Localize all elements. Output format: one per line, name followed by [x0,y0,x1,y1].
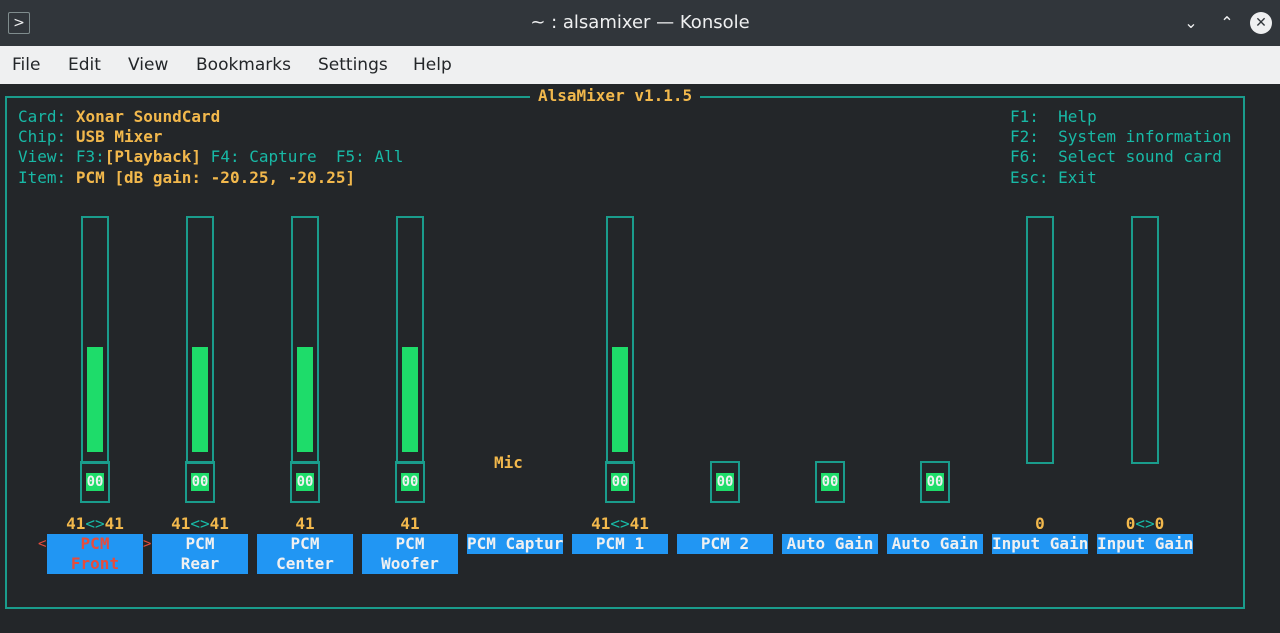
terminal-area[interactable]: AlsaMixer v1.1.5 Card: Xonar SoundCard C… [0,84,1280,633]
mute-toggle[interactable]: 00 [185,461,215,503]
selection-left-arrow: < [38,536,47,552]
mute-toggle[interactable]: 00 [605,461,635,503]
volume-value: 41<>41 [171,514,229,533]
channel-label[interactable]: Auto Gain [782,534,878,554]
volume-value: 0<>0 [1125,514,1165,533]
window-title: ~ : alsamixer — Konsole [530,12,750,33]
menu-bookmarks[interactable]: Bookmarks [196,55,291,75]
volume-slider[interactable] [1131,216,1159,464]
channel-label[interactable]: PCM Captur [467,534,563,554]
mute-indicator: 00 [86,473,104,491]
channel-label[interactable]: PCM 2 [677,534,773,554]
mute-toggle[interactable]: 00 [710,461,740,503]
mute-indicator: 00 [296,473,314,491]
mute-toggle[interactable]: 00 [920,461,950,503]
mute-toggle[interactable]: 00 [290,461,320,503]
menu-file[interactable]: File [12,55,40,75]
mute-toggle[interactable]: 00 [80,461,110,503]
volume-slider[interactable] [1026,216,1054,464]
maximize-button[interactable]: ⌃ [1216,12,1238,34]
channel-label[interactable]: PCM Center [257,534,353,574]
volume-level-bar [87,347,103,452]
view-line: View: F3:[Playback] F4: Capture F5: All [18,147,404,166]
mute-indicator: 00 [926,473,944,491]
mixer-header: AlsaMixer v1.1.5 [530,86,701,105]
volume-level-bar [402,347,418,452]
volume-value: 0 [1035,514,1045,533]
volume-slider[interactable] [396,216,424,464]
channel-label[interactable]: PCM Front [47,534,143,574]
channel-label[interactable]: Input Gain [1097,534,1193,554]
volume-value: 41 [295,514,315,533]
volume-level-bar [612,347,628,452]
card-value: Xonar SoundCard [75,107,221,126]
mute-indicator: 00 [821,473,839,491]
menu-bar: File Edit View Bookmarks Settings Help [0,46,1280,84]
item-value: PCM [dB gain: -20.25, -20.25] [75,168,356,187]
mute-indicator: 00 [611,473,629,491]
mute-indicator: 00 [716,473,734,491]
volume-value: 41<>41 [66,514,124,533]
mic-label: Mic [494,453,523,472]
channel-label[interactable]: PCM Rear [152,534,248,574]
channel-label[interactable]: Input Gain [992,534,1088,554]
volume-value: 41 [400,514,420,533]
volume-slider[interactable] [291,216,319,464]
key-system-info: F2: System information [1010,127,1232,146]
view-playback: [Playback] [104,147,202,166]
chip-value: USB Mixer [75,127,163,146]
selection-right-arrow: > [143,536,152,552]
mute-toggle[interactable]: 00 [815,461,845,503]
chip-line: Chip: USB Mixer [18,127,163,146]
menu-view[interactable]: View [128,55,168,75]
minimize-button[interactable]: ⌄ [1180,12,1202,34]
channel-label[interactable]: PCM 1 [572,534,668,554]
item-line: Item: PCM [dB gain: -20.25, -20.25] [18,168,356,187]
channel-label[interactable]: Auto Gain [887,534,983,554]
mute-toggle[interactable]: 00 [395,461,425,503]
volume-slider[interactable] [606,216,634,464]
menu-settings[interactable]: Settings [318,55,388,75]
channel-label[interactable]: PCM Woofer [362,534,458,574]
menu-edit[interactable]: Edit [68,55,101,75]
menu-help[interactable]: Help [413,55,452,75]
key-exit: Esc: Exit [1010,168,1097,187]
volume-slider[interactable] [81,216,109,464]
mute-indicator: 00 [191,473,209,491]
key-help: F1: Help [1010,107,1097,126]
key-select-card: F6: Select sound card [1010,147,1222,166]
mute-indicator: 00 [401,473,419,491]
volume-value: 41<>41 [591,514,649,533]
volume-slider[interactable] [186,216,214,464]
card-line: Card: Xonar SoundCard [18,107,221,126]
volume-level-bar [297,347,313,452]
title-bar: > ~ : alsamixer — Konsole ⌄ ⌃ ✕ [0,0,1280,46]
close-button[interactable]: ✕ [1250,12,1272,34]
volume-level-bar [192,347,208,452]
